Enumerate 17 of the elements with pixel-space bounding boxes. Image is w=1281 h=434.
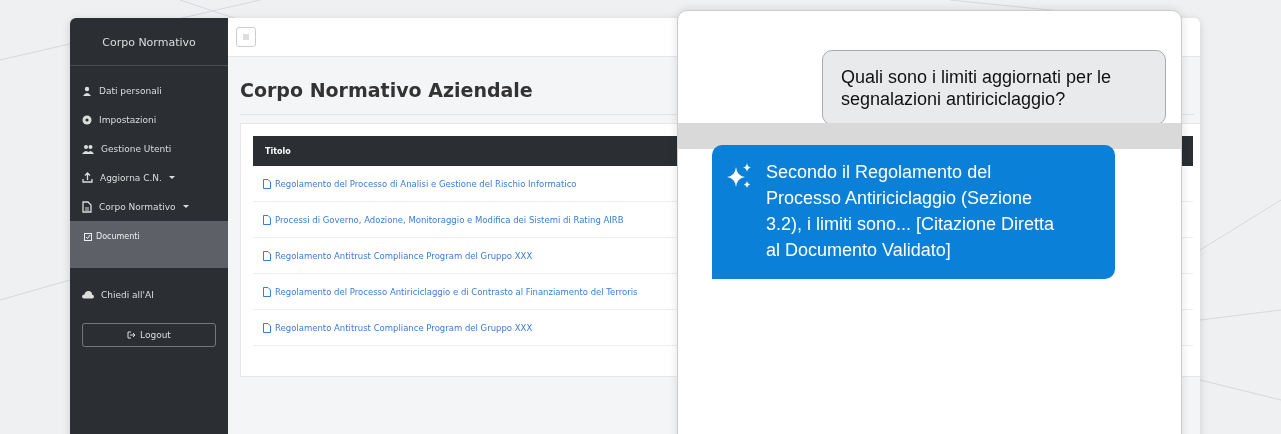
assistant-message: Secondo il Regolamento del Processo Antiriciclaggio (Sezione 3.2), i limiti sono... [Citazione Diretta al Documento Validato] (766, 161, 1056, 262)
sidebar-item[interactable]: Chiedi all'AI (70, 280, 228, 309)
document-link[interactable]: Regolamento Antitrust Compliance Program del Gruppo XXX (275, 250, 533, 261)
submenu-item[interactable]: Documenti (70, 227, 228, 246)
document-link[interactable]: Regolamento del Processo Antiriciclaggio e di Contrasto al Finanziamento del Terroris (275, 286, 638, 297)
sidebar-title: Corpo Normativo (102, 36, 196, 49)
sidebar-item[interactable]: Aggiorna C.N. (70, 163, 228, 192)
sidebar-item[interactable]: Dati personali (70, 76, 228, 105)
document-link[interactable]: Regolamento Antitrust Compliance Program del Gruppo XXX (275, 322, 533, 333)
sidebar-item[interactable]: Corpo Normativo (70, 192, 228, 221)
sidebar-item[interactable]: Impostazioni (70, 105, 228, 134)
user-message: Quali sono i limiti aggiornati per le segnalazioni antiriciclaggio? (822, 50, 1166, 125)
logout-button[interactable]: Logout (82, 323, 216, 347)
column-header: Titolo (265, 146, 291, 156)
document-link[interactable]: Regolamento del Processo di Analisi e Gestione del Rischio Informatico (275, 178, 577, 189)
sidebar-item[interactable]: Gestione Utenti (70, 134, 228, 163)
document-link[interactable]: Processi di Governo, Adozione, Monitoraggio e Modifica dei Sistemi di Rating AIRB (275, 214, 624, 225)
